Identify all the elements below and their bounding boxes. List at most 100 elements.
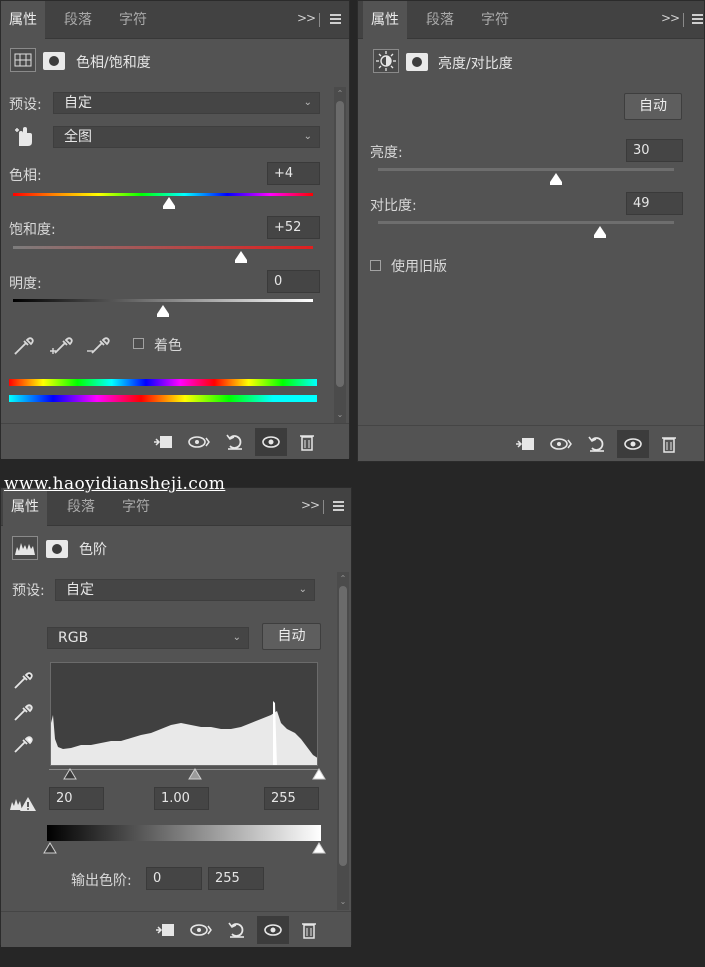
scroll-up-icon[interactable]: ⌃ — [334, 89, 346, 98]
white-point-eyedropper-icon[interactable] — [11, 732, 35, 756]
scroll-down-icon[interactable]: ⌄ — [337, 897, 349, 906]
output-white-slider[interactable] — [312, 842, 326, 854]
trash-icon[interactable] — [297, 920, 321, 940]
preset-select[interactable]: 自定 ⌄ — [55, 579, 315, 601]
visibility-eye-icon[interactable] — [257, 916, 289, 944]
eyedropper-subtract-icon[interactable] — [86, 333, 110, 357]
layer-mask-icon[interactable] — [406, 53, 428, 71]
trash-icon[interactable] — [295, 432, 319, 452]
colorize-checkbox[interactable] — [133, 338, 144, 349]
input-gamma-field[interactable]: 1.00 — [154, 787, 209, 810]
preset-label: 预设: — [9, 97, 42, 113]
eyedropper-add-icon[interactable] — [49, 333, 73, 357]
tab-properties[interactable]: 属性 — [363, 1, 407, 39]
output-black-field[interactable]: 0 — [146, 867, 202, 890]
scroll-thumb[interactable] — [339, 586, 347, 866]
chevron-down-icon: ⌄ — [232, 632, 241, 643]
use-legacy-checkbox[interactable] — [370, 260, 381, 271]
black-point-eyedropper-icon[interactable] — [11, 668, 35, 692]
divider — [319, 13, 320, 27]
tab-properties[interactable]: 属性 — [1, 1, 45, 39]
input-gradient-track — [49, 769, 319, 770]
black-input-slider[interactable] — [63, 768, 77, 780]
lightness-input[interactable]: 0 — [267, 270, 320, 293]
brightness-label: 亮度: — [370, 145, 403, 161]
saturation-input[interactable]: +52 — [267, 216, 320, 239]
visibility-eye-icon[interactable] — [255, 428, 287, 456]
tab-paragraph[interactable]: 段落 — [418, 1, 462, 39]
tab-character[interactable]: 字符 — [111, 1, 155, 39]
saturation-slider-thumb[interactable] — [235, 251, 247, 263]
collapse-icon[interactable]: >> — [297, 11, 316, 25]
clip-to-layer-icon[interactable] — [151, 432, 175, 452]
eyedropper-icon[interactable] — [12, 333, 36, 357]
preset-value: 自定 — [66, 582, 94, 598]
watermark-text: www.haoyidiansheji.com — [4, 474, 226, 494]
tab-character[interactable]: 字符 — [473, 1, 517, 39]
auto-button[interactable]: 自动 — [262, 623, 321, 650]
reset-icon[interactable] — [223, 432, 247, 452]
channel-value: RGB — [58, 630, 89, 646]
brightness-slider-thumb[interactable] — [549, 173, 562, 185]
channel-select[interactable]: RGB ⌄ — [47, 627, 249, 649]
output-white-field[interactable]: 255 — [208, 867, 264, 890]
output-black-slider[interactable] — [43, 842, 57, 854]
view-previous-icon[interactable] — [189, 920, 213, 940]
brightness-input[interactable]: 30 — [626, 139, 683, 162]
reset-icon[interactable] — [585, 434, 609, 454]
view-previous-icon[interactable] — [549, 434, 573, 454]
input-black-field[interactable]: 20 — [49, 787, 104, 810]
color-bar-bottom — [9, 395, 317, 402]
preset-select[interactable]: 自定 ⌄ — [53, 92, 320, 114]
scrollbar[interactable]: ⌃ ⌄ — [334, 87, 346, 423]
layer-mask-icon[interactable] — [46, 540, 68, 558]
panel-menu-icon[interactable] — [692, 14, 703, 25]
scroll-thumb[interactable] — [336, 101, 344, 387]
trash-icon[interactable] — [657, 434, 681, 454]
lightness-slider-track[interactable] — [13, 299, 313, 302]
brightness-contrast-icon — [373, 49, 399, 73]
panel-menu-icon[interactable] — [330, 14, 341, 25]
brightness-slider-track[interactable] — [378, 168, 674, 171]
targeted-adjustment-hand-icon[interactable] — [13, 124, 35, 148]
histogram — [50, 662, 318, 766]
contrast-input[interactable]: 49 — [626, 192, 683, 215]
panel-tabs: 属性 段落 字符 >> — [1, 1, 349, 39]
chevron-down-icon: ⌄ — [303, 131, 312, 142]
panel-tabs: 属性 段落 字符 >> — [358, 1, 704, 39]
clipping-warning-icon[interactable] — [9, 794, 37, 814]
reset-icon[interactable] — [225, 920, 249, 940]
input-white-field[interactable]: 255 — [264, 787, 319, 810]
saturation-slider-track[interactable] — [13, 246, 313, 249]
hue-slider-thumb[interactable] — [163, 197, 175, 209]
scrollbar[interactable]: ⌃ ⌄ — [337, 572, 349, 910]
white-input-slider[interactable] — [312, 768, 326, 780]
output-levels-label: 输出色阶: — [71, 873, 132, 889]
hue-saturation-icon — [10, 48, 36, 72]
tab-paragraph[interactable]: 段落 — [56, 1, 100, 39]
clip-to-layer-icon[interactable] — [513, 434, 537, 454]
chevron-down-icon: ⌄ — [298, 584, 307, 595]
gray-point-eyedropper-icon[interactable] — [11, 700, 35, 724]
levels-icon — [12, 536, 38, 560]
auto-button[interactable]: 自动 — [624, 93, 682, 120]
visibility-eye-icon[interactable] — [617, 430, 649, 458]
hue-input[interactable]: +4 — [267, 162, 320, 185]
layer-mask-icon[interactable] — [43, 52, 65, 70]
clip-to-layer-icon[interactable] — [153, 920, 177, 940]
scroll-down-icon[interactable]: ⌄ — [334, 410, 346, 419]
view-previous-icon[interactable] — [187, 432, 211, 452]
gamma-input-slider[interactable] — [188, 768, 202, 780]
color-bar-top — [9, 379, 317, 386]
panel-footer — [1, 911, 351, 947]
lightness-slider-thumb[interactable] — [157, 305, 169, 317]
hue-slider-track[interactable] — [13, 193, 313, 196]
scroll-up-icon[interactable]: ⌃ — [337, 574, 349, 583]
collapse-icon[interactable]: >> — [661, 11, 680, 25]
contrast-slider-thumb[interactable] — [594, 226, 606, 238]
collapse-icon[interactable]: >> — [301, 498, 320, 512]
panel-menu-icon[interactable] — [333, 501, 344, 512]
contrast-slider-track[interactable] — [378, 221, 674, 224]
preset-value: 自定 — [64, 95, 92, 111]
range-select[interactable]: 全图 ⌄ — [53, 126, 320, 148]
